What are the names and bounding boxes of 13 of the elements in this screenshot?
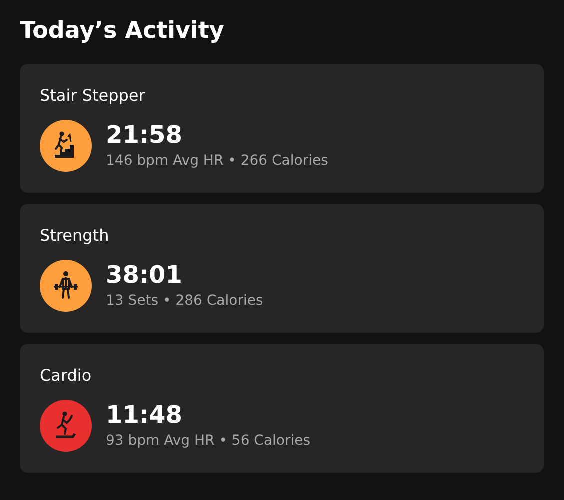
activity-name: Strength: [40, 225, 110, 247]
activity-card[interactable]: Cardio 11:48 93 bpm Avg HR • 56 Calories: [20, 344, 544, 473]
activity-name: Stair Stepper: [40, 85, 146, 107]
activity-stats: 146 bpm Avg HR • 266 Calories: [106, 152, 328, 171]
activity-stats: 93 bpm Avg HR • 56 Calories: [106, 432, 311, 451]
activity-name: Cardio: [40, 365, 93, 387]
activity-card[interactable]: Strength 38:01 13 Sets • 286 Calories: [20, 204, 544, 333]
activity-card[interactable]: Stair Stepper 21:58 146 bpm Avg HR • 266 Calories: [20, 64, 544, 193]
activity-stats: 13 Sets • 286 Calories: [106, 292, 264, 311]
activity-duration: 21:58: [106, 121, 184, 149]
page-title: Today’s Activity: [20, 17, 226, 46]
activity-duration: 11:48: [106, 401, 184, 429]
activity-duration: 38:01: [106, 261, 184, 289]
